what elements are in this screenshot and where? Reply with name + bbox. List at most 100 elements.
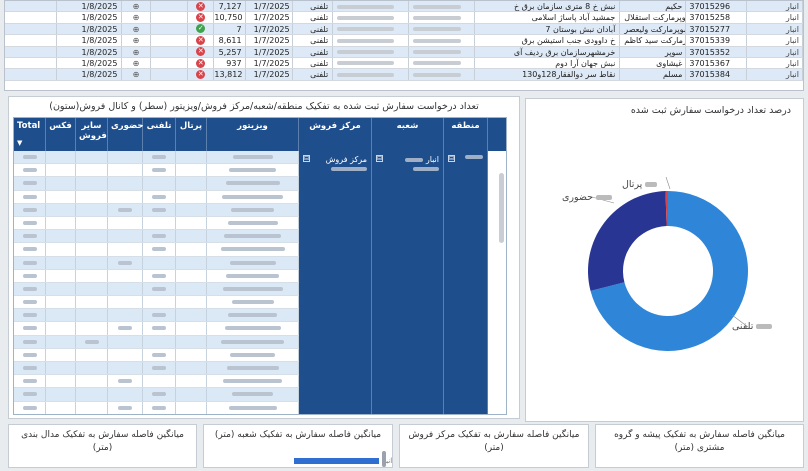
kpi-title: میانگین فاصله سفارش به تفکیک پیشه و گروه…: [614, 430, 785, 453]
header-total[interactable]: Total ▼: [14, 118, 46, 151]
matrix-row[interactable]: [14, 335, 299, 349]
status-cell: ✕: [188, 1, 215, 12]
blurred-value: [229, 260, 276, 265]
issue-date-cell: 1/8/2025: [57, 35, 123, 46]
matrix-row[interactable]: [14, 375, 299, 389]
matrix-cell: [76, 256, 108, 269]
matrix-row[interactable]: [14, 216, 299, 231]
matrix-cell: [76, 335, 108, 348]
header-other-sales[interactable]: سایر فروش: [76, 118, 108, 151]
matrix-cell: [143, 203, 176, 216]
status-cell: ✕: [188, 35, 215, 46]
branch-item[interactable]: انبار ⊟: [372, 151, 443, 177]
link-icon[interactable]: ⊕: [122, 1, 151, 12]
region-item[interactable]: ⊟: [444, 151, 487, 166]
matrix-cell: [76, 164, 108, 177]
blurred-value: [224, 326, 281, 331]
kpi-title: میانگین فاصله سفارش به تفکیک مرکز فروش (…: [408, 430, 580, 453]
matrix-row[interactable]: [14, 256, 299, 270]
matrix-cell: [76, 282, 108, 296]
kpi-card-branch: میانگین فاصله سفارش به تفکیک شعبه (متر) …: [203, 424, 393, 468]
table-row[interactable]: 1/8/2025 ⊕ ✕ 13,812 1/7/2025 تلفنی نقاط سر دوا…: [5, 69, 803, 81]
header-branch[interactable]: شعبه: [372, 118, 444, 151]
blurred-value: [152, 392, 166, 397]
matrix-row[interactable]: [14, 309, 299, 323]
header-sales-center[interactable]: مرکز فروش: [299, 118, 372, 151]
matrix-cell: [143, 375, 176, 388]
matrix-cell: [176, 243, 207, 256]
donut-slice-1[interactable]: [588, 191, 667, 291]
blurred-cell: [333, 46, 409, 57]
matrix-row[interactable]: [14, 269, 299, 283]
sort-desc-icon[interactable]: ▼: [17, 139, 42, 147]
table-row[interactable]: 1/8/2025 ⊕ ✓ 7 1/7/2025 تلفنی آبادان نبش بوستا…: [5, 23, 803, 36]
matrix-row[interactable]: [14, 243, 299, 257]
blurred-value: [152, 247, 166, 252]
link-icon[interactable]: ⊕: [122, 57, 151, 69]
collapse-icon[interactable]: ⊟: [303, 155, 310, 162]
matrix-row[interactable]: [14, 177, 299, 191]
link-icon[interactable]: ⊕: [122, 69, 151, 80]
matrix-cell: [108, 151, 143, 164]
blank-cell: [5, 69, 57, 80]
blurred-text: [337, 15, 394, 20]
matrix-cell: [207, 388, 299, 401]
matrix-cell: [14, 243, 46, 256]
matrix-row[interactable]: [14, 322, 299, 336]
matrix-scrollbar[interactable]: [499, 173, 504, 243]
matrix-row[interactable]: [14, 230, 299, 244]
collapse-icon[interactable]: ⊟: [376, 155, 383, 162]
matrix-cell: [14, 203, 46, 216]
matrix-row[interactable]: [14, 164, 299, 178]
collapse-icon[interactable]: ⊟: [448, 155, 455, 162]
header-visitor[interactable]: ویزیتور: [207, 118, 299, 151]
matrix-cell: [143, 216, 176, 230]
channel-cell: تلفنی: [293, 69, 334, 80]
matrix-row[interactable]: [14, 282, 299, 297]
matrix-header: Total ▼ فکس سایر فروش حضوری تلفنی پرتال …: [14, 118, 506, 151]
table-row[interactable]: 1/8/2025 ⊕ ✕ 10,750 1/7/2025 تلفنی جمشید آباد …: [5, 12, 803, 24]
header-inperson[interactable]: حضوری: [108, 118, 144, 151]
matrix-cell: [108, 230, 143, 243]
blank-cell: [151, 12, 189, 23]
matrix-cell: [108, 348, 143, 361]
table-row[interactable]: 1/8/2025 ⊕ ✕ 5,257 1/7/2025 تلفنی خرمشهرسازمان…: [5, 46, 803, 58]
matrix-cell: [108, 216, 143, 230]
matrix-row[interactable]: [14, 203, 299, 217]
link-icon[interactable]: ⊕: [122, 35, 151, 46]
blurred-value: [152, 352, 166, 357]
table-row[interactable]: 1/8/2025 ⊕ ✕ 7,127 1/7/2025 تلفنی نبش خ 8 متری…: [5, 1, 803, 13]
region-column: ⊟: [444, 151, 488, 414]
blurred-value: [118, 207, 132, 212]
matrix-row[interactable]: [14, 296, 299, 310]
header-region[interactable]: منطقه: [444, 118, 488, 151]
kpi-title: میانگین فاصله سفارش به تفکیک شعبه (متر): [214, 430, 382, 440]
matrix-cell: [46, 309, 76, 322]
table-row[interactable]: 1/8/2025 ⊕ ✕ 937 1/7/2025 تلفنی نبش جهان آرا د…: [5, 57, 803, 70]
kpi-scrollbar[interactable]: [382, 451, 386, 467]
link-icon[interactable]: ⊕: [122, 12, 151, 23]
matrix-row[interactable]: [14, 151, 299, 165]
matrix-row[interactable]: [14, 348, 299, 362]
blurred-cell: [333, 69, 409, 80]
matrix-row[interactable]: [14, 388, 299, 402]
blurred-value: [220, 247, 285, 252]
matrix-row[interactable]: [14, 362, 299, 376]
sales-center-item[interactable]: مرکز فروش ⊟: [299, 151, 371, 177]
header-phone[interactable]: تلفنی: [143, 118, 176, 151]
table-row[interactable]: 1/8/2025 ⊕ ✕ 8,611 1/7/2025 تلفنی خ داوودی جنب…: [5, 35, 803, 47]
link-icon[interactable]: ⊕: [122, 23, 151, 35]
link-icon[interactable]: ⊕: [122, 46, 151, 57]
orders-table: 1/8/2025 ⊕ ✕ 7,127 1/7/2025 تلفنی نبش خ 8 متری…: [4, 0, 804, 91]
matrix-cell: [14, 335, 46, 348]
blurred-cell: [333, 35, 409, 46]
blurred-value: [22, 405, 37, 410]
blurred-value: [152, 286, 166, 291]
matrix-cell: [76, 243, 108, 256]
header-fax[interactable]: فکس: [46, 118, 76, 151]
matrix-row[interactable]: [14, 401, 299, 414]
blurred-value: [645, 182, 658, 187]
matrix-row[interactable]: [14, 190, 299, 204]
matrix-cell: [143, 362, 176, 375]
header-portal[interactable]: پرتال: [176, 118, 207, 151]
